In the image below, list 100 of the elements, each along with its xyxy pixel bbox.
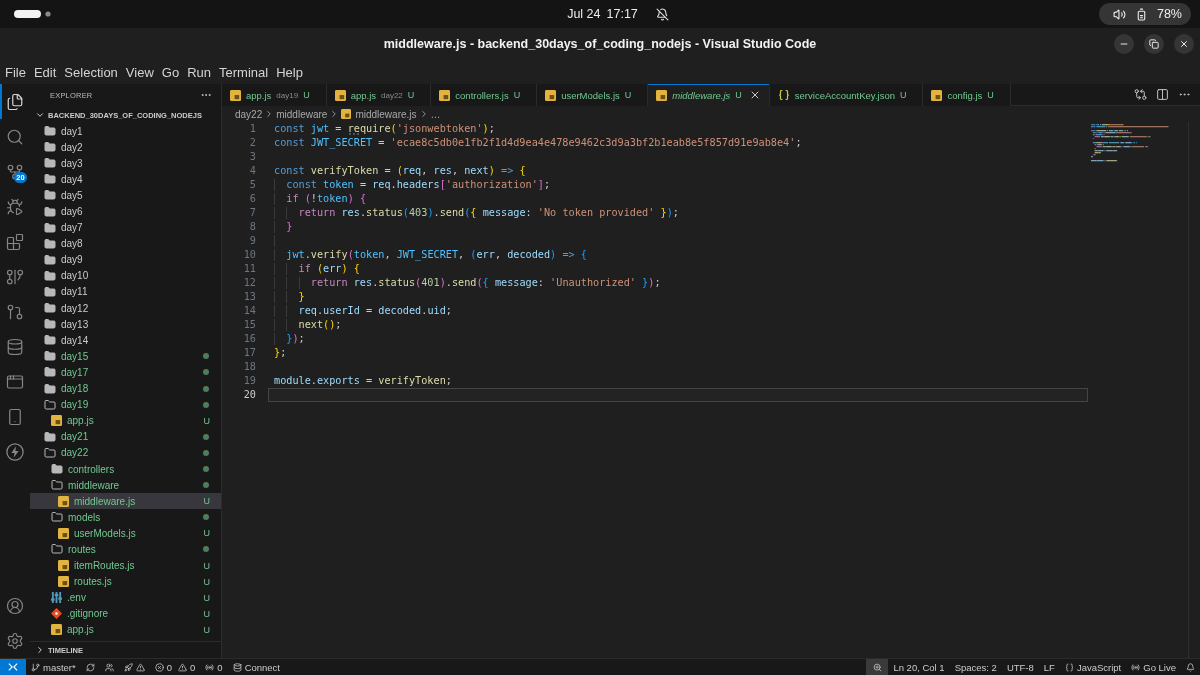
editor-tab[interactable]: middleware.js U: [648, 84, 770, 106]
breadcrumb-item[interactable]: middleware: [276, 108, 328, 120]
breadcrumb-item[interactable]: …: [430, 108, 441, 120]
folder-item[interactable]: day14: [30, 332, 221, 349]
pull-request-icon: [6, 302, 24, 321]
folder-item[interactable]: day2: [30, 139, 221, 156]
blocks-icon: [6, 232, 24, 251]
encoding-button[interactable]: UTF-8: [1001, 659, 1039, 675]
menu-item[interactable]: File: [1, 61, 30, 83]
remote-button[interactable]: [0, 659, 26, 675]
menu-item[interactable]: Edit: [29, 61, 61, 83]
folder-item[interactable]: day4: [30, 171, 221, 188]
tree-item[interactable]: .gitignore U: [30, 605, 221, 622]
tree-item[interactable]: .env U: [30, 589, 221, 606]
folder-item[interactable]: day19: [30, 396, 221, 413]
system-status-menu[interactable]: 78%: [1098, 3, 1191, 25]
folder-item[interactable]: day21: [30, 428, 221, 445]
folder-item[interactable]: day7: [30, 219, 221, 236]
close-button[interactable]: [1174, 34, 1194, 54]
line-ending-button[interactable]: LF: [1038, 659, 1060, 675]
tree-item[interactable]: itemRoutes.js U: [30, 557, 221, 574]
folder-item[interactable]: day3: [30, 155, 221, 172]
tree-item[interactable]: userModels.js U: [30, 525, 221, 542]
status-letter: U: [203, 415, 210, 426]
users-icon: [104, 662, 114, 672]
minimap-drawing[interactable]: [1091, 124, 1171, 162]
folder-item[interactable]: day9: [30, 251, 221, 268]
line-number: 1: [248, 122, 256, 136]
cursor-position-button[interactable]: Ln 20, Col 1: [888, 659, 950, 675]
git-graph-icon: [6, 267, 24, 286]
search-icon: [6, 127, 24, 146]
editor-tab[interactable]: config.js U: [923, 84, 1011, 106]
folder-item[interactable]: day11: [30, 283, 221, 301]
folder-item[interactable]: day12: [30, 300, 221, 317]
breadcrumb-item[interactable]: middleware.js: [341, 108, 417, 120]
folder-item[interactable]: controllers: [30, 460, 221, 478]
zoom-button[interactable]: [866, 659, 889, 675]
folder-item[interactable]: routes: [30, 541, 221, 558]
go-live-button[interactable]: Go Live: [1126, 659, 1181, 675]
git-branch-icon: [31, 662, 40, 672]
folder-item[interactable]: day10: [30, 267, 221, 284]
line-number: 9: [248, 234, 256, 248]
folder-item[interactable]: day18: [30, 380, 221, 397]
status-letter: U: [987, 90, 994, 100]
tree-item[interactable]: middleware.js U: [30, 493, 221, 510]
code-line: const token = req.headers['authorization'];: [268, 178, 1088, 192]
restore-button[interactable]: [1144, 34, 1164, 54]
code-line: next();: [268, 318, 1088, 332]
error-icon: [154, 662, 164, 672]
line-number: 18: [242, 360, 256, 374]
editor-tab[interactable]: controllers.js U: [431, 84, 538, 106]
editor-tab[interactable]: userModels.js U: [537, 84, 649, 106]
folder-item[interactable]: models: [30, 509, 221, 526]
ports-button[interactable]: 0: [200, 659, 228, 675]
code-line: module.exports = verifyToken;: [273, 374, 453, 388]
folder-item[interactable]: day17: [30, 364, 221, 381]
js-file-icon: [58, 527, 69, 539]
warning-icon: [135, 662, 145, 672]
tree-item[interactable]: app.js U: [30, 412, 221, 429]
breadcrumb-item[interactable]: day22: [235, 108, 263, 120]
menu-item[interactable]: View: [121, 61, 158, 83]
code-line: }: [268, 220, 1088, 234]
restore-icon: [1149, 39, 1159, 49]
tree-item[interactable]: app.js U: [30, 621, 221, 638]
js-file-icon: [656, 89, 668, 101]
status-dot-icon: [203, 482, 209, 489]
editor-tab[interactable]: app.js day22 U: [326, 84, 432, 106]
folder-item[interactable]: day22: [30, 444, 221, 461]
database-button[interactable]: Connect: [227, 659, 285, 675]
split-editor-icon[interactable]: [1156, 88, 1169, 101]
line-number: 3: [248, 150, 256, 164]
menu-item[interactable]: Help: [272, 61, 307, 83]
menu-item[interactable]: Selection: [60, 61, 122, 83]
menu-item[interactable]: Terminal: [215, 61, 273, 83]
tree-item[interactable]: routes.js U: [30, 573, 221, 590]
language-button[interactable]: JavaScript: [1059, 659, 1127, 675]
menu-item[interactable]: Run: [183, 61, 215, 83]
folder-item[interactable]: middleware: [30, 477, 221, 494]
folder-item[interactable]: day13: [30, 316, 221, 333]
bug-play-icon: [6, 197, 24, 216]
menu-item[interactable]: Go: [157, 61, 184, 83]
folder-item[interactable]: day6: [30, 203, 221, 220]
line-number: 12: [242, 276, 256, 290]
indentation-button[interactable]: Spaces: 2: [949, 659, 1002, 675]
database-icon: [232, 662, 242, 672]
warning-icon: [178, 662, 188, 672]
folder-item[interactable]: day1: [30, 123, 221, 140]
code-line: const verifyToken = (req, res, next) => {: [273, 164, 527, 178]
editor-tab[interactable]: app.js day19 U: [222, 84, 327, 106]
folder-item[interactable]: day5: [30, 187, 221, 204]
problems-button[interactable]: 0 0: [149, 659, 201, 675]
minimize-button[interactable]: [1114, 34, 1134, 54]
editor-tab[interactable]: serviceAccountKey.json U: [769, 84, 924, 106]
line-number: 8: [248, 220, 256, 234]
branch-button[interactable]: master*: [26, 659, 81, 675]
js-file-icon: [230, 89, 241, 101]
folder-item[interactable]: day15: [30, 348, 221, 365]
compare-changes-icon[interactable]: [1134, 88, 1147, 101]
folder-item[interactable]: day8: [30, 235, 221, 252]
workspace-indicator-icon[interactable]: [14, 10, 52, 18]
